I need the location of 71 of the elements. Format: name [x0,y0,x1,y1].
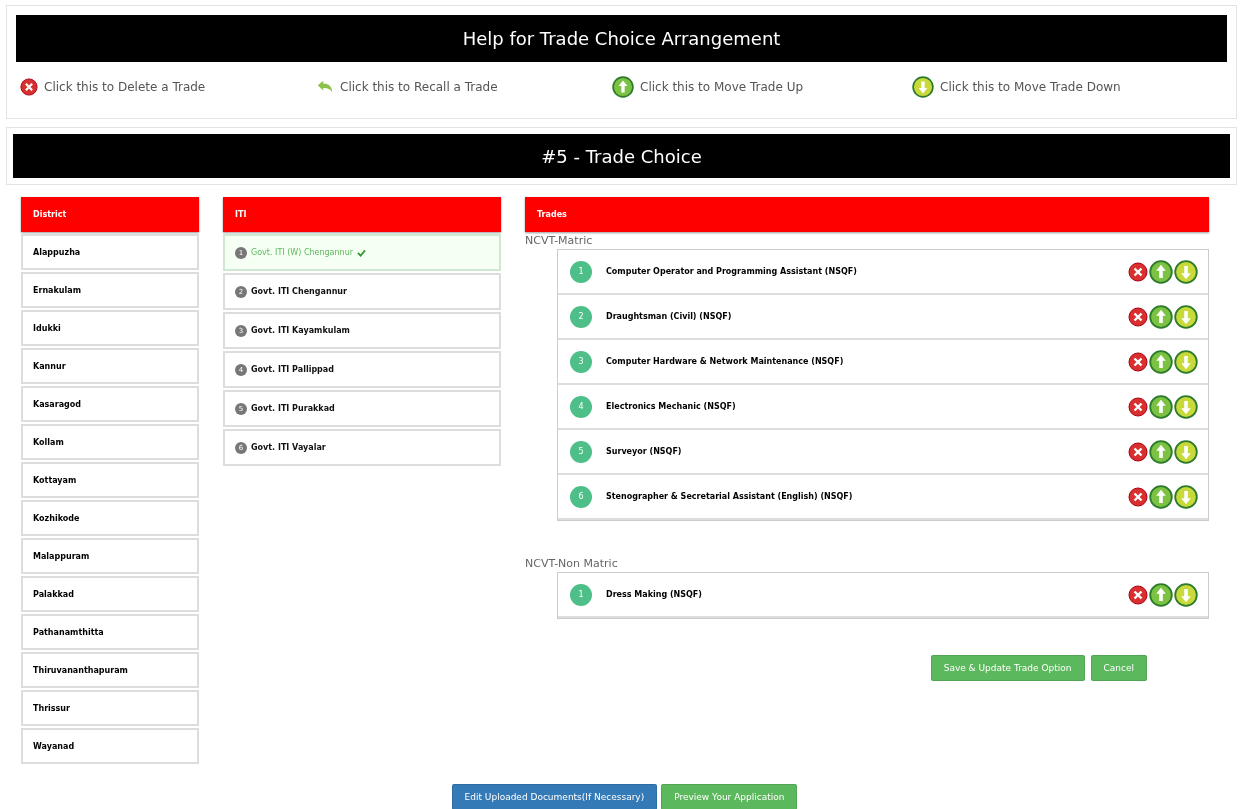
section-title: #5 - Trade Choice [13,134,1230,178]
iti-name: Govt. ITI Kayamkulam [251,326,350,335]
number-badge: 6 [570,485,592,508]
move-down-icon[interactable] [1174,484,1198,509]
legend-text: Click this to Delete a Trade [44,80,206,94]
district-item[interactable]: Kollam [21,424,199,460]
number-badge: 2 [570,305,592,328]
move-down-icon[interactable] [1174,582,1198,607]
number-badge: 3 [570,350,592,373]
move-down-icon[interactable] [1174,439,1198,464]
column-header: ITI [223,197,501,232]
district-item[interactable]: Thiruvananthapuram [21,652,199,688]
delete-icon[interactable] [1128,351,1148,372]
legend-text: Click this to Move Trade Up [640,80,804,94]
iti-name: Govt. ITI Pallippad [251,365,334,374]
trade-name: Surveyor (NSQF) [606,447,683,456]
trade-name: Computer Hardware & Network Maintenance (NSQF) [606,357,845,366]
move-down-icon[interactable] [912,76,934,98]
number-badge: 1 [570,260,592,283]
move-down-icon[interactable] [1174,304,1198,329]
district-item[interactable]: Idukki [21,310,199,346]
move-down-icon[interactable] [1174,349,1198,374]
number-badge: 1 [570,583,592,606]
iti-name: Govt. ITI Chengannur [251,287,347,296]
district-item[interactable]: Ernakulam [21,272,199,308]
legend-text: Click this to Move Trade Down [940,80,1121,94]
group-title: NCVT-Matric [525,234,594,247]
district-item[interactable]: Kozhikode [21,500,199,536]
delete-icon[interactable] [1128,306,1148,327]
move-up-icon[interactable] [1149,394,1173,419]
delete-icon[interactable] [20,78,38,96]
help-title: Help for Trade Choice Arrangement [16,15,1227,62]
delete-icon[interactable] [1128,396,1148,417]
move-down-icon[interactable] [1174,394,1198,419]
trade-name: Electronics Mechanic (NSQF) [606,402,737,411]
district-item[interactable]: Palakkad [21,576,199,612]
delete-icon[interactable] [1128,441,1148,462]
move-up-icon[interactable] [1149,259,1173,284]
district-item[interactable]: Pathanamthitta [21,614,199,650]
move-up-icon[interactable] [1149,484,1173,509]
delete-icon[interactable] [1128,486,1148,507]
number-badge: 5 [570,440,592,463]
check-icon [357,248,367,257]
delete-icon[interactable] [1128,261,1148,282]
district-item[interactable]: Thrissur [21,690,199,726]
move-up-icon[interactable] [1149,304,1173,329]
move-up-icon[interactable] [612,76,634,98]
district-item[interactable]: Malappuram [21,538,199,574]
trade-name: Dress Making (NSQF) [606,590,703,599]
district-item[interactable]: Kannur [21,348,199,384]
move-up-icon[interactable] [1149,582,1173,607]
legend-text: Click this to Recall a Trade [340,80,498,94]
trade-name: Stenographer & Secretarial Assistant (English) (NSQF) [606,492,854,501]
move-up-icon[interactable] [1149,439,1173,464]
district-item[interactable]: Kottayam [21,462,199,498]
move-up-icon[interactable] [1149,349,1173,374]
district-item[interactable]: Alappuzha [21,234,199,270]
edit-documents-button[interactable]: Edit Uploaded Documents(If Necessary) [451,784,658,809]
group-title: NCVT-Non Matric [525,557,619,570]
column-header: Trades [525,197,1209,232]
number-badge: 4 [570,395,592,418]
district-item[interactable]: Kasaragod [21,386,199,422]
iti-name: Govt. ITI Purakkad [251,404,335,413]
delete-icon[interactable] [1128,584,1148,605]
district-item[interactable]: Wayanad [21,728,199,764]
trade-name: Draughtsman (Civil) (NSQF) [606,312,733,321]
move-down-icon[interactable] [1174,259,1198,284]
column-header: District [21,197,199,232]
trade-name: Computer Operator and Programming Assistant (NSQF) [606,267,858,276]
iti-name: Govt. ITI (W) Chengannur [251,248,354,257]
iti-name: Govt. ITI Vayalar [251,443,326,452]
